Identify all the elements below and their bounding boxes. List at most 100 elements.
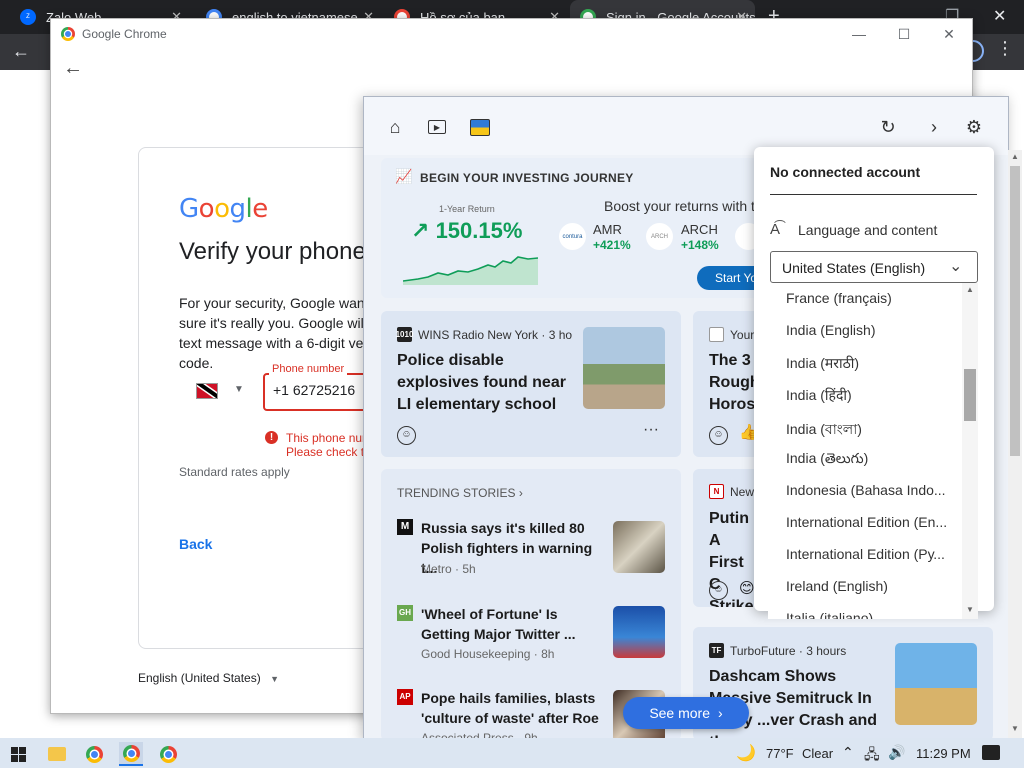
region-dropdown-list: France (français) India (English) India …: [768, 283, 978, 619]
newsweek-logo: N: [709, 484, 724, 499]
chrome-icon: [61, 27, 75, 41]
good-housekeeping-logo: GH: [397, 605, 413, 621]
chevron-right-icon: ›: [518, 486, 523, 500]
chevron-up-icon[interactable]: ⌃: [842, 744, 854, 761]
scrollbar-thumb[interactable]: [964, 369, 976, 421]
weather-text[interactable]: Clear: [802, 746, 833, 761]
article-thumbnail: [613, 521, 665, 573]
refresh-icon[interactable]: ↻: [877, 116, 899, 138]
region-select-value: United States (English): [782, 260, 926, 276]
dropdown-option[interactable]: Ireland (English): [786, 578, 948, 594]
menu-icon[interactable]: ⋮: [996, 38, 1014, 59]
zalo-icon: Z: [20, 9, 36, 25]
dropdown-option[interactable]: India (తెలుగు): [786, 450, 948, 470]
chevron-down-icon: ⌄: [949, 258, 963, 275]
dropdown-option[interactable]: International Edition (En...: [786, 514, 948, 530]
article-source: TF TurboFuture · 3 hours: [709, 643, 846, 658]
error-icon: !: [265, 431, 278, 444]
ticker-change: +421%: [593, 238, 631, 252]
weather-temp[interactable]: 77°F: [766, 746, 794, 761]
volume-icon[interactable]: 🔊: [888, 744, 905, 761]
dropdown-option[interactable]: Italia (italiano): [786, 610, 948, 619]
network-icon[interactable]: 🖧: [864, 744, 880, 768]
notification-icon[interactable]: [982, 745, 1000, 760]
news-card[interactable]: 1010 WINS Radio New York · 3 ho Police di…: [381, 311, 681, 457]
chrome-icon[interactable]: [156, 742, 180, 766]
dropdown-scrollbar[interactable]: ▲ ▼: [962, 283, 978, 619]
close-icon[interactable]: ✕: [934, 23, 964, 45]
minimize-icon[interactable]: —: [844, 23, 874, 45]
return-value: ↗ 150.15%: [411, 218, 522, 244]
reaction-icon[interactable]: ☺: [397, 426, 416, 445]
scroll-up-icon[interactable]: ▲: [966, 285, 974, 294]
return-label: 1-Year Return: [439, 204, 495, 214]
reaction-icon[interactable]: ☺: [709, 426, 728, 445]
file-explorer-icon[interactable]: [45, 742, 69, 766]
dropdown-option[interactable]: India (मराठी): [786, 354, 948, 373]
back-arrow-icon[interactable]: ←: [12, 41, 30, 62]
article-thumbnail: [613, 606, 665, 658]
reaction-icon[interactable]: ☺: [709, 581, 728, 600]
ukraine-flag-icon[interactable]: [469, 116, 491, 138]
page-title: Verify your phone: [179, 238, 366, 265]
dropdown-option[interactable]: India (English): [786, 322, 948, 338]
chevron-right-icon[interactable]: ›: [923, 116, 945, 138]
article-thumbnail: [895, 643, 977, 725]
account-status: No connected account: [770, 164, 921, 180]
source-text: Your: [730, 327, 755, 342]
chrome-icon[interactable]: [82, 742, 106, 766]
divider: [770, 194, 977, 195]
back-button[interactable]: Back: [179, 536, 212, 552]
home-icon[interactable]: ⌂: [384, 116, 406, 138]
wins-logo: 1010: [396, 327, 413, 342]
phone-value[interactable]: +1 62725216: [273, 382, 355, 398]
article-thumbnail: [583, 327, 665, 409]
widget-scrollbar[interactable]: ▲ ▼: [1008, 150, 1022, 740]
chrome-active-icon[interactable]: [119, 742, 143, 766]
dropdown-option[interactable]: International Edition (Ру...: [786, 546, 948, 562]
trending-title[interactable]: TRENDING STORIES ›: [397, 486, 523, 500]
video-icon[interactable]: ▶: [426, 116, 448, 138]
standard-rates-note: Standard rates apply: [179, 465, 290, 479]
article-source: 1010 WINS Radio New York · 3 ho: [396, 327, 573, 342]
gear-icon[interactable]: ⚙: [963, 116, 985, 138]
trending-item-meta: Good Housekeeping · 8h: [421, 647, 555, 661]
scroll-down-icon[interactable]: ▼: [966, 605, 974, 614]
maximize-icon[interactable]: ☐: [889, 23, 919, 45]
dropdown-option[interactable]: India (हिंदी): [786, 386, 948, 405]
more-options-icon[interactable]: ···: [643, 421, 659, 439]
ticker-change: +148%: [681, 238, 719, 252]
article-headline: Police disable explosives found near LI …: [397, 352, 566, 413]
trend-up-icon: ↗: [411, 218, 430, 243]
region-select[interactable]: United States (English) ⌄: [770, 251, 978, 283]
scroll-up-icon[interactable]: ▲: [1011, 152, 1019, 161]
close-window-icon[interactable]: ✕: [993, 6, 1006, 26]
dropdown-option[interactable]: France (français): [786, 290, 948, 306]
windows-start-icon[interactable]: [6, 742, 30, 766]
return-sparkline: [403, 256, 538, 285]
source-text: WINS Radio New York · 3 ho: [418, 327, 573, 342]
contura-logo: contura: [559, 223, 586, 250]
chevron-down-icon[interactable]: ▼: [234, 384, 244, 395]
language-selector[interactable]: English (United States) ▼: [138, 671, 279, 685]
clock-time[interactable]: 11:29 PM: [916, 746, 971, 761]
trending-item-meta: Metro · 5h: [421, 562, 476, 576]
investing-card[interactable]: 📈 BEGIN YOUR INVESTING JOURNEY 1-Year Re…: [381, 158, 771, 298]
trending-item-title[interactable]: Pope hails families, blasts 'culture of …: [421, 688, 607, 728]
dropdown-option[interactable]: Indonesia (Bahasa Indo...: [786, 482, 948, 498]
moon-icon: 🌙: [736, 745, 756, 762]
see-more-label: See more: [649, 705, 711, 721]
trending-item-title[interactable]: 'Wheel of Fortune' Is Getting Major Twit…: [421, 604, 607, 644]
return-number: 150.15%: [435, 218, 523, 243]
metro-logo: M: [397, 519, 413, 535]
scroll-down-icon[interactable]: ▼: [1011, 724, 1019, 733]
country-flag-icon[interactable]: [196, 383, 218, 399]
article-source: Your: [709, 327, 754, 342]
chevron-right-icon: ›: [718, 705, 723, 721]
scrollbar-thumb[interactable]: [1010, 166, 1020, 456]
language-icon: A͡: [770, 221, 781, 238]
source-logo: [709, 327, 724, 342]
back-arrow-icon[interactable]: ←: [63, 57, 83, 80]
see-more-button[interactable]: See more ›: [623, 697, 749, 729]
dropdown-option[interactable]: India (বাংলা): [786, 418, 948, 442]
